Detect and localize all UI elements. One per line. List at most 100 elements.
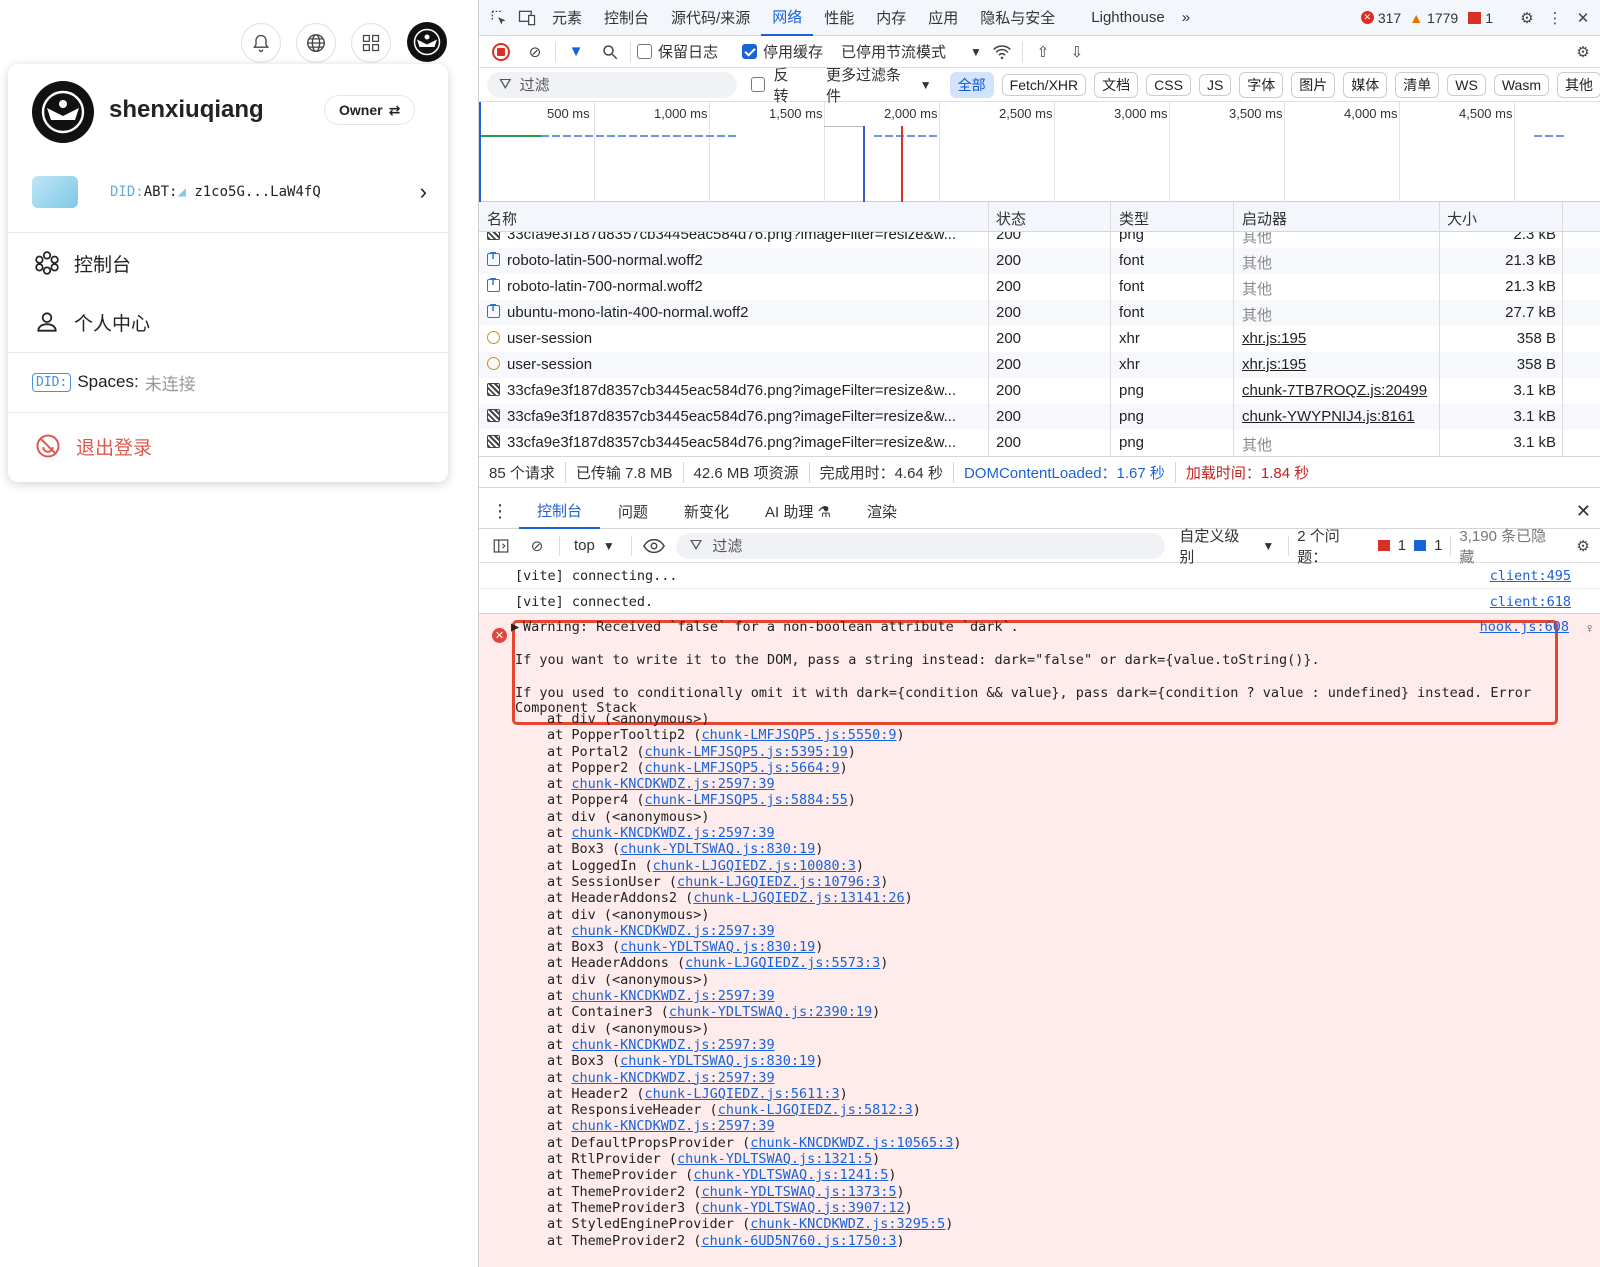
stack-frame-link[interactable]: chunk-KNCDKWDZ.js:3295:5 xyxy=(750,1216,945,1232)
stack-frame-link[interactable]: chunk-LJGQIEDZ.js:13141:26 xyxy=(693,890,904,906)
stack-frame-link[interactable]: chunk-YDLTSWAQ.js:1373:5 xyxy=(701,1184,896,1200)
invert-checkbox[interactable] xyxy=(751,77,766,92)
table-row[interactable]: 33cfa9e3f187d8357cb3445eac584d76.png?ima… xyxy=(479,378,1600,404)
drawer-menu-icon[interactable]: ⋮ xyxy=(479,501,519,522)
tab-privacy-security[interactable]: 隐私与安全 xyxy=(969,0,1066,36)
issue-counters[interactable]: ✕ 317 ▲ 1779 1 xyxy=(1360,10,1493,26)
column-divider[interactable] xyxy=(1562,202,1563,456)
console-filter-input[interactable]: ⛛ 过滤 xyxy=(675,532,1166,559)
column-header-initiator[interactable]: 启动器 xyxy=(1242,208,1287,229)
drawer-tab-console[interactable]: 控制台 xyxy=(519,495,601,529)
log-levels-dropdown[interactable]: 自定义级别 xyxy=(1179,525,1254,567)
filter-type-all[interactable]: 全部 xyxy=(949,71,994,98)
throttling-select[interactable]: 已停用节流模式 xyxy=(841,41,946,62)
tab-memory[interactable]: 内存 xyxy=(865,0,917,36)
table-row[interactable]: user-session 200 xhr xhr.js:195 358 B xyxy=(479,352,1600,378)
table-row[interactable]: 33cfa9e3f187d8357cb3445eac584d76.png?ima… xyxy=(479,430,1600,456)
close-devtools-icon[interactable]: ✕ xyxy=(1569,4,1597,32)
tab-performance[interactable]: 性能 xyxy=(813,0,865,36)
import-har-icon[interactable]: ⇧ xyxy=(1029,38,1057,66)
logout-button[interactable]: 退出登录 xyxy=(34,426,152,466)
device-toolbar-icon[interactable] xyxy=(513,4,541,32)
notifications-button[interactable] xyxy=(241,23,281,63)
live-expression-eye-icon[interactable] xyxy=(640,532,668,560)
network-settings-gear-icon[interactable]: ⚙ xyxy=(1569,38,1597,66)
tab-lighthouse[interactable]: Lighthouse xyxy=(1080,0,1175,36)
inspect-element-icon[interactable] xyxy=(485,4,513,32)
column-header-name[interactable]: 名称 xyxy=(487,208,517,229)
search-icon[interactable] xyxy=(596,38,624,66)
menu-item-profile[interactable]: 个人中心 xyxy=(34,302,150,342)
stack-frame-link[interactable]: chunk-KNCDKWDZ.js:2597:39 xyxy=(571,923,774,939)
close-drawer-icon[interactable]: ✕ xyxy=(1576,501,1591,522)
expand-triangle-icon[interactable]: ▶ xyxy=(511,619,519,635)
issues-summary-label[interactable]: 2 个问题： xyxy=(1297,525,1369,567)
column-divider[interactable] xyxy=(1233,202,1234,456)
ai-explain-icon[interactable]: ♀ xyxy=(1585,620,1596,636)
filter-type-wasm[interactable]: Wasm xyxy=(1493,73,1549,96)
tab-console[interactable]: 控制台 xyxy=(593,0,660,36)
filter-type-css[interactable]: CSS xyxy=(1146,73,1191,96)
tab-network[interactable]: 网络 xyxy=(761,0,814,36)
preserve-log-checkbox[interactable] xyxy=(637,44,652,59)
stack-frame-link[interactable]: chunk-KNCDKWDZ.js:2597:39 xyxy=(571,825,774,841)
dropdown-arrow-icon[interactable]: ▼ xyxy=(970,45,982,59)
column-divider[interactable] xyxy=(1439,202,1440,456)
language-button[interactable] xyxy=(296,23,336,63)
filter-funnel-icon[interactable]: ▼ xyxy=(562,38,590,66)
stack-frame-link[interactable]: chunk-YDLTSWAQ.js:2390:19 xyxy=(669,1004,872,1020)
filter-type-manifest[interactable]: 清单 xyxy=(1395,71,1440,98)
request-initiator[interactable]: chunk-7TB7ROQZ.js:20499 xyxy=(1242,382,1435,399)
more-options-icon[interactable]: ⋮ xyxy=(1541,4,1569,32)
export-har-icon[interactable]: ⇩ xyxy=(1063,38,1091,66)
stack-frame-link[interactable]: chunk-LMFJSQP5.js:5664:9 xyxy=(645,760,840,776)
network-filter-input[interactable]: ⛛ 过滤 xyxy=(487,71,738,98)
disable-cache-checkbox[interactable] xyxy=(742,44,758,59)
filter-type-ws[interactable]: WS xyxy=(1447,73,1486,96)
console-sidebar-icon[interactable] xyxy=(487,532,515,560)
spaces-status[interactable]: DID: Spaces: 未连接 xyxy=(32,367,196,397)
stack-frame-link[interactable]: chunk-LJGQIEDZ.js:5812:3 xyxy=(718,1102,913,1118)
user-avatar-button[interactable] xyxy=(407,22,447,62)
stack-frame-link[interactable]: chunk-LJGQIEDZ.js:5573:3 xyxy=(685,955,880,971)
error-source-link[interactable]: hook.js:608 xyxy=(1480,619,1569,635)
stack-frame-link[interactable]: chunk-6UD5N760.js:1750:3 xyxy=(701,1233,896,1249)
column-header-status[interactable]: 状态 xyxy=(996,208,1026,229)
stack-frame-link[interactable]: chunk-LJGQIEDZ.js:10080:3 xyxy=(653,858,856,874)
drawer-tab-ai-assistant[interactable]: AI 助理 ⚗ xyxy=(747,495,849,529)
filter-type-img[interactable]: 图片 xyxy=(1291,71,1336,98)
table-row[interactable]: user-session 200 xhr xhr.js:195 358 B xyxy=(479,326,1600,352)
record-stop-icon[interactable] xyxy=(487,38,515,66)
stack-frame-link[interactable]: chunk-KNCDKWDZ.js:2597:39 xyxy=(571,1070,774,1086)
console-message-source-link[interactable]: client:618 xyxy=(1490,594,1571,610)
filter-type-js[interactable]: JS xyxy=(1198,73,1232,96)
tab-sources[interactable]: 源代码/来源 xyxy=(660,0,761,36)
stack-frame-link[interactable]: chunk-LMFJSQP5.js:5884:55 xyxy=(645,792,848,808)
stack-frame-link[interactable]: chunk-LMFJSQP5.js:5395:19 xyxy=(645,744,848,760)
request-initiator[interactable]: xhr.js:195 xyxy=(1242,330,1435,347)
filter-type-fetch-xhr[interactable]: Fetch/XHR xyxy=(1001,73,1087,96)
more-tabs-icon[interactable]: » xyxy=(1176,0,1196,36)
context-selector[interactable]: top xyxy=(574,537,595,554)
stack-frame-link[interactable]: chunk-YDLTSWAQ.js:1241:5 xyxy=(693,1167,888,1183)
did-row[interactable]: DID:ABT:◢ z1co5G...LaW4fQ › xyxy=(32,172,427,212)
network-timeline-overview[interactable]: 500 ms 1,000 ms 1,500 ms 2,000 ms 2,500 … xyxy=(479,102,1600,202)
drawer-tab-whats-new[interactable]: 新变化 xyxy=(666,495,747,529)
stack-frame-link[interactable]: chunk-YDLTSWAQ.js:830:19 xyxy=(620,841,815,857)
stack-frame-link[interactable]: chunk-YDLTSWAQ.js:830:19 xyxy=(620,939,815,955)
tab-application[interactable]: 应用 xyxy=(917,0,969,36)
drawer-tab-rendering[interactable]: 渲染 xyxy=(849,495,915,529)
console-settings-gear-icon[interactable]: ⚙ xyxy=(1569,532,1597,560)
stack-frame-link[interactable]: chunk-LJGQIEDZ.js:5611:3 xyxy=(645,1086,840,1102)
filter-type-other[interactable]: 其他 xyxy=(1557,71,1600,98)
request-initiator[interactable]: chunk-YWYPNIJ4.js:8161 xyxy=(1242,408,1435,425)
table-row[interactable]: roboto-latin-700-normal.woff2 200 font 其他 21… xyxy=(479,274,1600,300)
settings-gear-icon[interactable]: ⚙ xyxy=(1513,4,1541,32)
table-row[interactable]: 33cfa9e3f187d8357cb3445eac584d76.png?ima… xyxy=(479,404,1600,430)
column-header-type[interactable]: 类型 xyxy=(1119,208,1149,229)
stack-frame-link[interactable]: chunk-KNCDKWDZ.js:2597:39 xyxy=(571,776,774,792)
owner-switch-button[interactable]: Owner ⇄ xyxy=(324,95,416,125)
stack-frame-link[interactable]: chunk-LJGQIEDZ.js:10796:3 xyxy=(677,874,880,890)
filter-type-media[interactable]: 媒体 xyxy=(1343,71,1388,98)
column-divider[interactable] xyxy=(988,202,989,456)
